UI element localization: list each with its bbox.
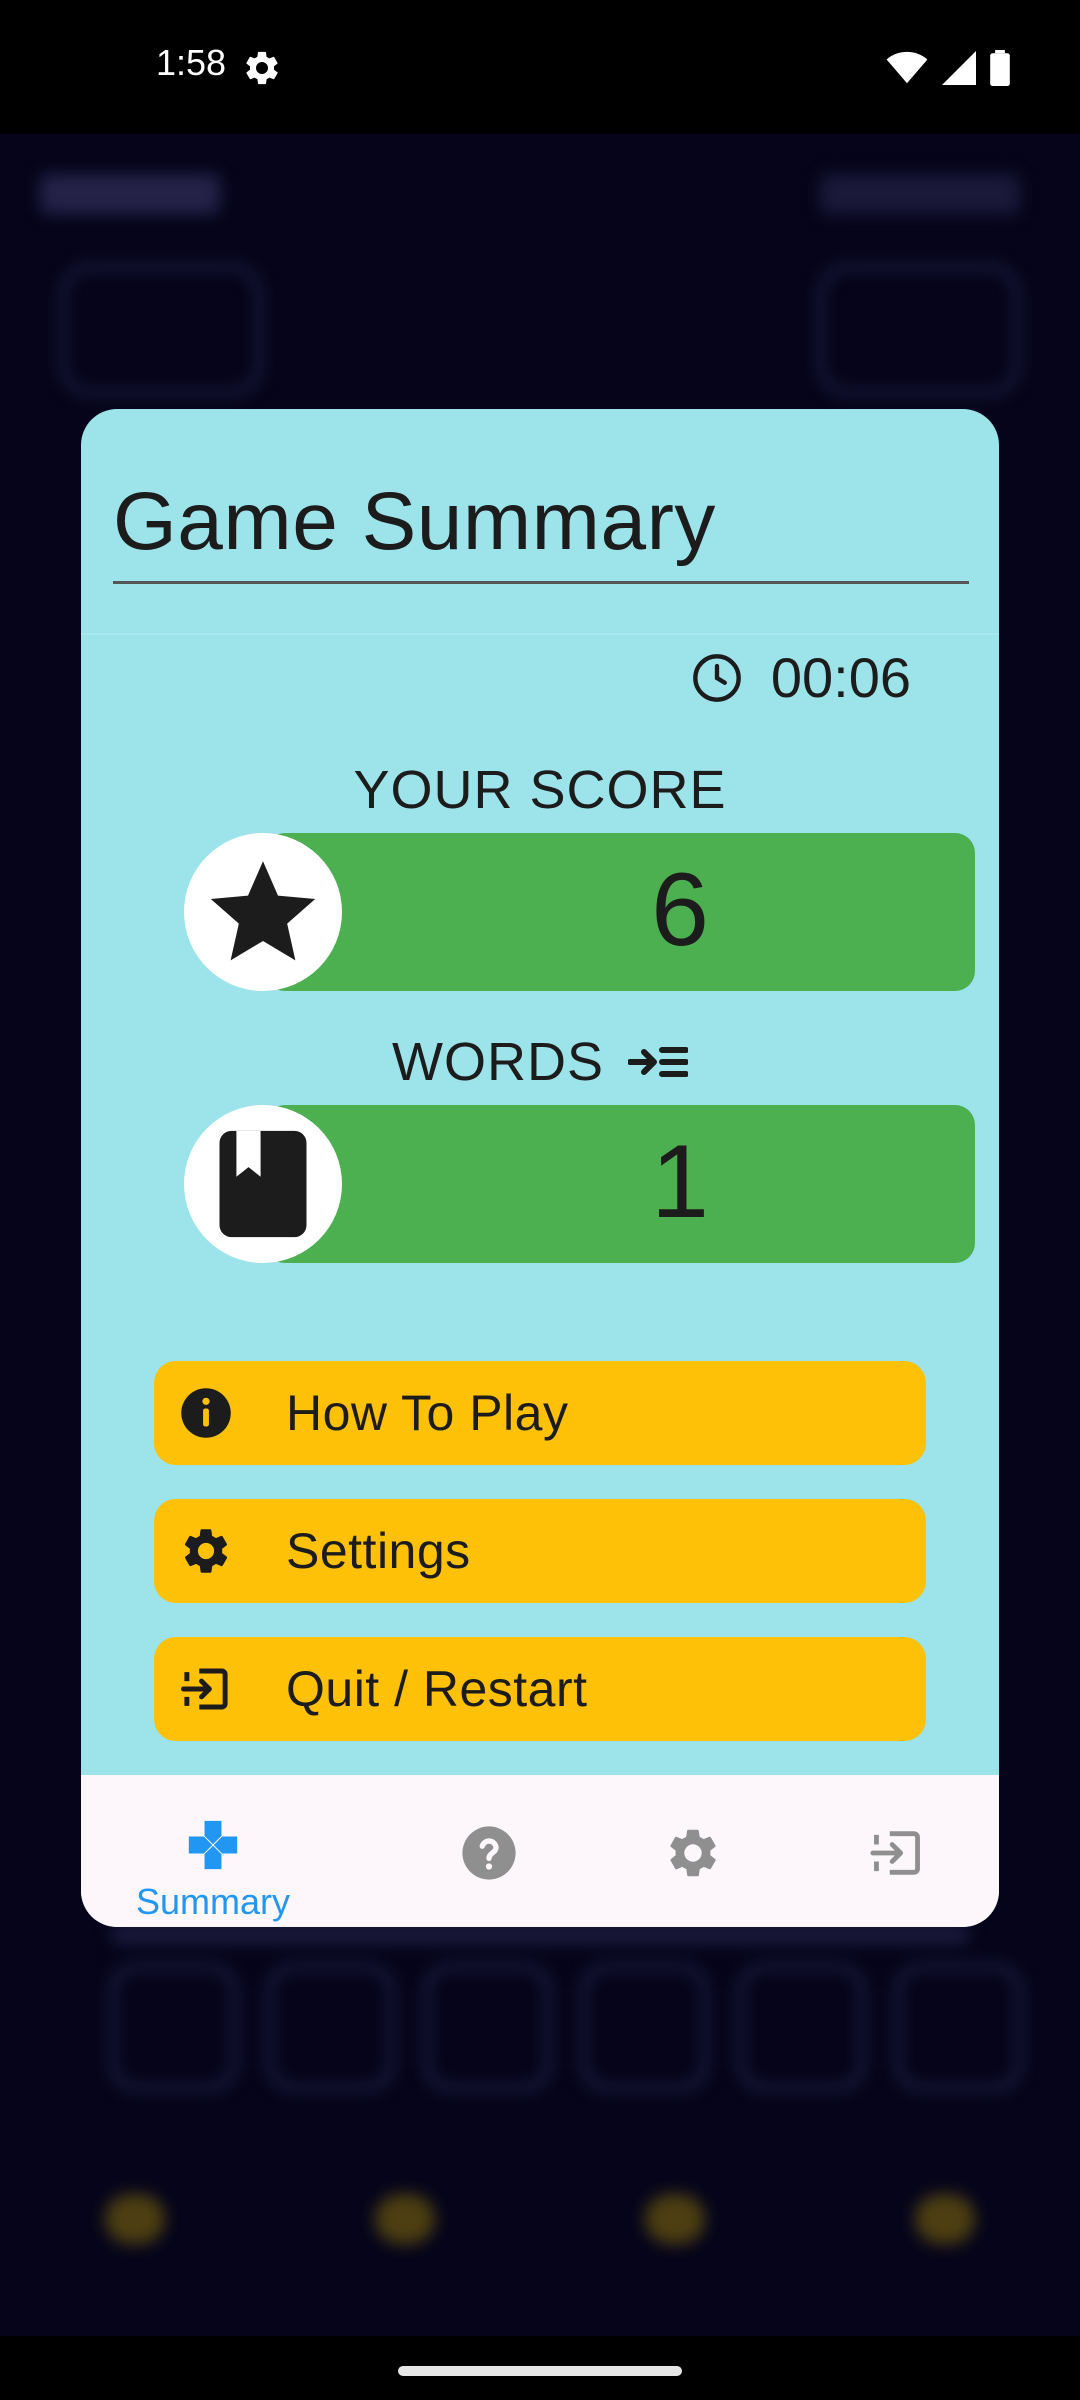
status-time: 1:58: [156, 42, 227, 83]
signal-icon: [942, 51, 976, 85]
book-icon: [219, 1130, 307, 1238]
dialog-title: Game Summary: [113, 476, 716, 567]
help-icon: [459, 1823, 519, 1883]
timer-value: 00:06: [770, 646, 911, 709]
nav-summary[interactable]: Summary: [111, 1775, 315, 1927]
game-summary-dialog: Game Summary 00:06 YOUR SCORE 6 WORDS 1 …: [81, 409, 999, 1927]
status-icons: [886, 50, 1010, 86]
gear-icon: [178, 1523, 234, 1579]
background-box-left: [60, 264, 262, 396]
background-nav-item: [375, 2194, 435, 2244]
score-badge: [184, 833, 342, 991]
settings-button[interactable]: Settings: [154, 1499, 926, 1603]
settings-label: Settings: [286, 1523, 471, 1579]
background-pill: [820, 174, 1020, 214]
gamepad-icon: [183, 1815, 243, 1875]
exit-icon: [178, 1661, 234, 1717]
score-value: 6: [651, 852, 709, 968]
words-badge: [184, 1105, 342, 1263]
how-to-play-label: How To Play: [286, 1385, 569, 1441]
background-tile: [581, 1964, 708, 2091]
home-indicator[interactable]: [398, 2366, 682, 2376]
clock-icon: [693, 653, 741, 702]
background-title: [40, 174, 220, 214]
background-tile: [110, 1964, 237, 2091]
background-tiles: [110, 1964, 1022, 2091]
quit-restart-button[interactable]: Quit / Restart: [154, 1637, 926, 1741]
timer: 00:06: [691, 645, 911, 710]
words-value: 1: [651, 1124, 709, 1240]
background-row: [110, 1924, 970, 1944]
star-icon: [210, 861, 316, 961]
status-bar: 1:58: [0, 0, 1080, 134]
score-bar: 6: [265, 833, 975, 991]
words-label-row: WORDS: [81, 1031, 999, 1093]
settings-status-icon: [246, 51, 278, 85]
background-tile: [424, 1964, 551, 2091]
how-to-play-button[interactable]: How To Play: [154, 1361, 926, 1465]
nav-settings[interactable]: [591, 1775, 795, 1927]
background-nav-item: [645, 2194, 705, 2244]
word-list-icon[interactable]: [627, 1042, 688, 1082]
wifi-icon: [886, 51, 928, 84]
nav-how-to-play[interactable]: [387, 1775, 591, 1927]
quit-restart-label: Quit / Restart: [286, 1661, 588, 1717]
background-box-right: [818, 264, 1020, 396]
info-icon: [178, 1385, 234, 1441]
background-tile: [895, 1964, 1022, 2091]
gear-icon: [663, 1823, 723, 1883]
background-nav-item: [105, 2194, 165, 2244]
title-divider: [113, 581, 969, 584]
nav-quit[interactable]: [795, 1775, 999, 1927]
background-tile: [267, 1964, 394, 2091]
exit-icon: [867, 1823, 927, 1883]
screen: 1:58 Game Summary 00:06 YOUR SCORE 6 WOR…: [0, 0, 1080, 2400]
battery-icon: [990, 50, 1010, 86]
words-bar: 1: [265, 1105, 975, 1263]
words-label: WORDS: [392, 1032, 604, 1092]
dialog-bottom-nav: Summary: [81, 1775, 999, 1927]
nav-summary-label: Summary: [135, 1881, 291, 1922]
score-label: YOUR SCORE: [353, 760, 727, 820]
background-nav: [0, 2194, 1080, 2244]
section-divider: [81, 633, 999, 635]
background-tile: [738, 1964, 865, 2091]
background-nav-item: [915, 2194, 975, 2244]
